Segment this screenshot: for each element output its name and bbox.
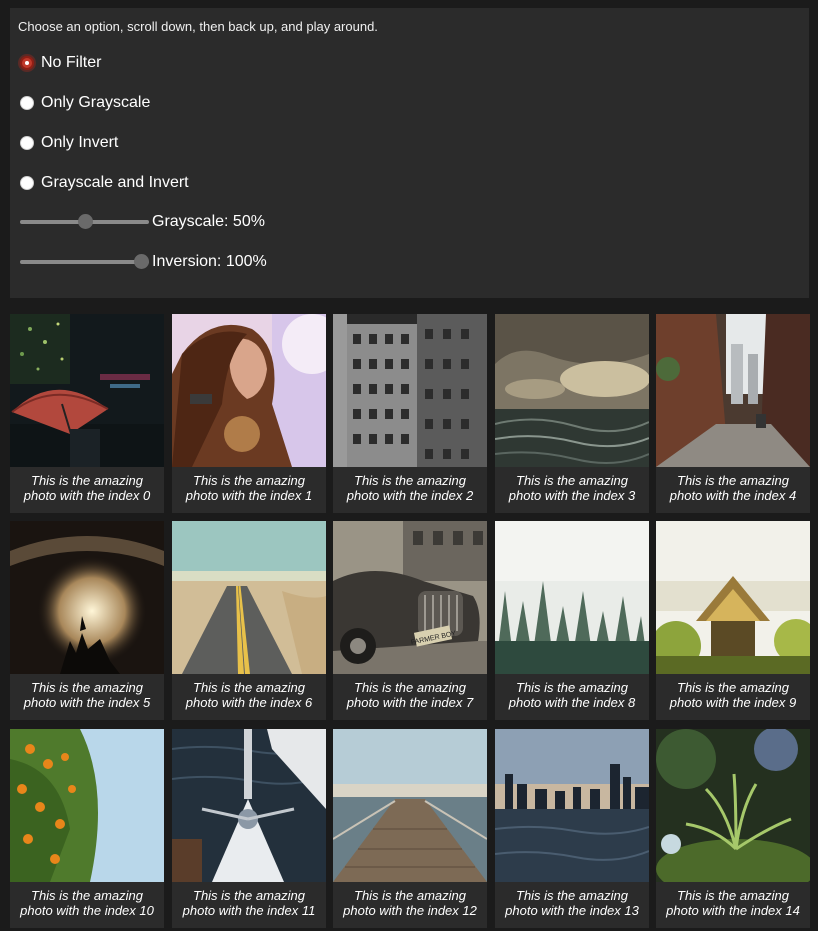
photo-card-4: This is the amazing photo with the index…	[656, 314, 810, 513]
photo-caption: This is the amazing photo with the index…	[333, 680, 487, 710]
caption-line: photo with the index 0	[23, 488, 151, 503]
photo-caption: This is the amazing photo with the index…	[172, 473, 326, 503]
caption-line: photo with the index 12	[343, 903, 477, 918]
grayscale-slider-row: Grayscale: 50%	[20, 211, 265, 233]
photo-card-2: This is the amazing photo with the index…	[333, 314, 487, 513]
photo-card-13: This is the amazing photo with the index…	[495, 729, 649, 928]
photo-caption: This is the amazing photo with the index…	[495, 680, 649, 710]
photo-woman-sunlight	[172, 314, 326, 467]
photo-caption: This is the amazing photo with the index…	[172, 888, 326, 918]
photo-concert	[10, 521, 164, 674]
caption-line: photo with the index 6	[185, 695, 313, 710]
radio-label: No Filter	[41, 54, 102, 71]
instructions-text: Choose an option, scroll down, then back…	[18, 19, 378, 34]
photo-card-5: This is the amazing photo with the index…	[10, 521, 164, 720]
radio-only-invert[interactable]: Only Invert	[20, 132, 118, 154]
photo-card-12: This is the amazing photo with the index…	[333, 729, 487, 928]
caption-line: This is the amazing	[31, 680, 143, 695]
photo-card-11: This is the amazing photo with the index…	[172, 729, 326, 928]
photo-building-grayscale	[333, 314, 487, 467]
inversion-label: Inversion: 100%	[152, 253, 267, 270]
photo-orange-tree	[10, 729, 164, 882]
caption-line: This is the amazing	[516, 473, 628, 488]
caption-line: This is the amazing	[354, 888, 466, 903]
caption-line: photo with the index 11	[182, 903, 316, 918]
inversion-slider-row: Inversion: 100%	[20, 251, 267, 273]
photo-umbrella-night	[10, 314, 164, 467]
caption-line: This is the amazing	[677, 473, 789, 488]
photo-caption: This is the amazing photo with the index…	[495, 888, 649, 918]
inversion-slider[interactable]	[20, 254, 149, 269]
photo-sea-storm	[495, 314, 649, 467]
caption-line: photo with the index 3	[508, 488, 636, 503]
radio-only-grayscale[interactable]: Only Grayscale	[20, 92, 150, 114]
caption-line: photo with the index 4	[669, 488, 797, 503]
photo-caption: This is the amazing photo with the index…	[333, 473, 487, 503]
caption-line: This is the amazing	[516, 888, 628, 903]
caption-line: This is the amazing	[677, 680, 789, 695]
caption-line: photo with the index 13	[505, 903, 639, 918]
photo-vintage-car: FARMER BOY	[333, 521, 487, 674]
caption-line: photo with the index 10	[20, 903, 154, 918]
caption-line: photo with the index 14	[666, 903, 800, 918]
caption-line: This is the amazing	[31, 473, 143, 488]
filter-controls-panel: Choose an option, scroll down, then back…	[10, 8, 809, 298]
caption-line: This is the amazing	[677, 888, 789, 903]
photo-caption: This is the amazing photo with the index…	[10, 888, 164, 918]
photo-caption: This is the amazing photo with the index…	[656, 680, 810, 710]
caption-line: This is the amazing	[193, 888, 305, 903]
photo-caption: This is the amazing photo with the index…	[10, 680, 164, 710]
caption-line: photo with the index 9	[669, 695, 797, 710]
photo-caption: This is the amazing photo with the index…	[172, 680, 326, 710]
caption-line: This is the amazing	[354, 473, 466, 488]
photo-misty-forest	[495, 521, 649, 674]
photo-card-10: This is the amazing photo with the index…	[10, 729, 164, 928]
caption-line: photo with the index 8	[508, 695, 636, 710]
radio-label: Grayscale and Invert	[41, 174, 189, 191]
photo-caption: This is the amazing photo with the index…	[333, 888, 487, 918]
photo-moss-plant	[656, 729, 810, 882]
grayscale-slider[interactable]	[20, 214, 149, 229]
photo-caption: This is the amazing photo with the index…	[10, 473, 164, 503]
caption-line: This is the amazing	[31, 888, 143, 903]
radio-button[interactable]	[20, 176, 34, 190]
caption-line: photo with the index 5	[23, 695, 151, 710]
caption-line: This is the amazing	[354, 680, 466, 695]
photo-cabin-roof	[656, 521, 810, 674]
caption-line: photo with the index 1	[185, 488, 313, 503]
radio-button-checked[interactable]	[20, 56, 34, 70]
caption-line: This is the amazing	[193, 473, 305, 488]
radio-grayscale-and-invert[interactable]: Grayscale and Invert	[20, 172, 189, 194]
photo-card-7: FARMER BOY This is the amazing photo wit…	[333, 521, 487, 720]
caption-line: This is the amazing	[516, 680, 628, 695]
photo-card-6: This is the amazing photo with the index…	[172, 521, 326, 720]
radio-label: Only Invert	[41, 134, 119, 151]
inversion-slider-thumb[interactable]	[134, 254, 149, 269]
photo-card-1: This is the amazing photo with the index…	[172, 314, 326, 513]
caption-line: photo with the index 7	[346, 695, 474, 710]
photo-caption: This is the amazing photo with the index…	[656, 473, 810, 503]
photo-card-3: This is the amazing photo with the index…	[495, 314, 649, 513]
grayscale-slider-thumb[interactable]	[77, 214, 93, 229]
photo-caption: This is the amazing photo with the index…	[656, 888, 810, 918]
photo-alley	[656, 314, 810, 467]
radio-no-filter[interactable]: No Filter	[20, 52, 101, 74]
radio-button[interactable]	[20, 96, 34, 110]
caption-line: This is the amazing	[193, 680, 305, 695]
photo-card-0: This is the amazing photo with the index…	[10, 314, 164, 513]
caption-line: photo with the index 2	[346, 488, 474, 503]
photo-sailboat-bow	[172, 729, 326, 882]
radio-button[interactable]	[20, 136, 34, 150]
grayscale-label: Grayscale: 50%	[152, 213, 265, 230]
photo-caption: This is the amazing photo with the index…	[495, 473, 649, 503]
radio-label: Only Grayscale	[41, 94, 151, 111]
photo-card-8: This is the amazing photo with the index…	[495, 521, 649, 720]
photo-city-skyline	[495, 729, 649, 882]
photo-desert-road	[172, 521, 326, 674]
photo-card-9: This is the amazing photo with the index…	[656, 521, 810, 720]
photo-card-14: This is the amazing photo with the index…	[656, 729, 810, 928]
photo-pier	[333, 729, 487, 882]
